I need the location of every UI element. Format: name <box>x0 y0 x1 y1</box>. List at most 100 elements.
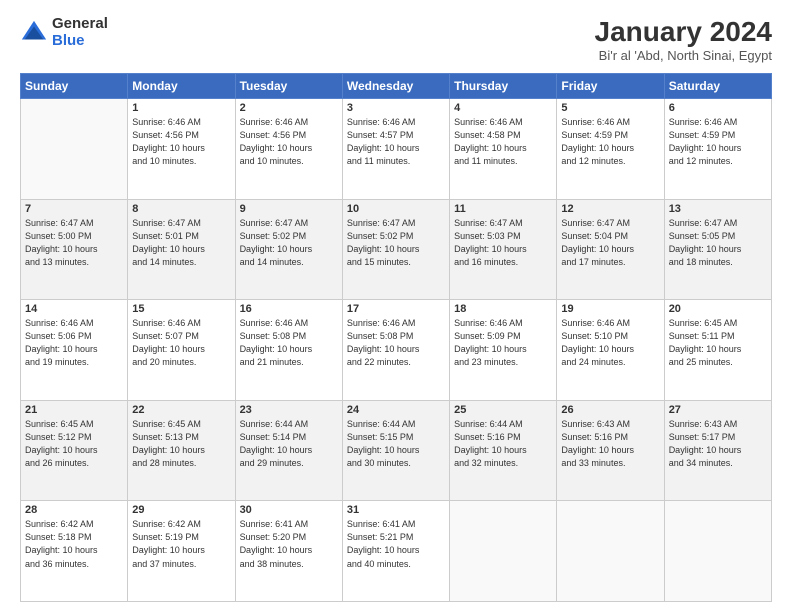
logo-blue-text: Blue <box>52 33 108 50</box>
day-number: 11 <box>454 203 552 215</box>
calendar-cell: 24 Sunrise: 6:44 AM Sunset: 5:15 PM Dayli… <box>342 400 449 501</box>
day-number: 25 <box>454 404 552 416</box>
day-info: Sunrise: 6:47 AM Sunset: 5:03 PM Dayligh… <box>454 217 552 269</box>
day-number: 10 <box>347 203 445 215</box>
day-number: 21 <box>25 404 123 416</box>
calendar-cell: 19Sunrise: 6:46 AM Sunset: 5:10 PM Dayli… <box>557 300 664 401</box>
calendar-week-4: 21 Sunrise: 6:45 AM Sunset: 5:12 PM Dayli… <box>21 400 772 501</box>
col-header-wednesday: Wednesday <box>342 74 449 99</box>
day-info: Sunrise: 6:46 AM Sunset: 5:08 PM Dayligh… <box>240 317 338 369</box>
calendar-cell: 28 Sunrise: 6:42 AM Sunset: 5:18 PM Dayli… <box>21 501 128 602</box>
calendar-cell <box>450 501 557 602</box>
logo-icon <box>20 19 48 47</box>
calendar-cell: 3 Sunrise: 6:46 AM Sunset: 4:57 PM Daylig… <box>342 99 449 200</box>
calendar-cell: 7 Sunrise: 6:47 AM Sunset: 5:00 PM Daylig… <box>21 199 128 300</box>
calendar-cell: 23Sunrise: 6:44 AM Sunset: 5:14 PM Dayli… <box>235 400 342 501</box>
day-info: Sunrise: 6:46 AM Sunset: 4:59 PM Dayligh… <box>561 116 659 168</box>
calendar-cell: 6 Sunrise: 6:46 AM Sunset: 4:59 PM Daylig… <box>664 99 771 200</box>
calendar-week-1: 1Sunrise: 6:46 AM Sunset: 4:56 PM Daylig… <box>21 99 772 200</box>
day-info: Sunrise: 6:47 AM Sunset: 5:01 PM Dayligh… <box>132 217 230 269</box>
day-info: Sunrise: 6:47 AM Sunset: 5:04 PM Dayligh… <box>561 217 659 269</box>
day-info: Sunrise: 6:42 AM Sunset: 5:18 PM Dayligh… <box>25 518 123 570</box>
calendar-cell: 15 Sunrise: 6:46 AM Sunset: 5:07 PM Dayli… <box>128 300 235 401</box>
day-info: Sunrise: 6:45 AM Sunset: 5:11 PM Dayligh… <box>669 317 767 369</box>
col-header-thursday: Thursday <box>450 74 557 99</box>
col-header-sunday: Sunday <box>21 74 128 99</box>
calendar-cell: 30 Sunrise: 6:41 AM Sunset: 5:20 PM Dayli… <box>235 501 342 602</box>
day-info: Sunrise: 6:45 AM Sunset: 5:12 PM Dayligh… <box>25 418 123 470</box>
day-info: Sunrise: 6:41 AM Sunset: 5:20 PM Dayligh… <box>240 518 338 570</box>
day-info: Sunrise: 6:46 AM Sunset: 4:58 PM Dayligh… <box>454 116 552 168</box>
calendar-week-5: 28 Sunrise: 6:42 AM Sunset: 5:18 PM Dayli… <box>21 501 772 602</box>
day-info: Sunrise: 6:44 AM Sunset: 5:15 PM Dayligh… <box>347 418 445 470</box>
calendar-cell: 20 Sunrise: 6:45 AM Sunset: 5:11 PM Dayli… <box>664 300 771 401</box>
calendar-cell: 1Sunrise: 6:46 AM Sunset: 4:56 PM Daylig… <box>128 99 235 200</box>
calendar-cell: 26 Sunrise: 6:43 AM Sunset: 5:16 PM Dayli… <box>557 400 664 501</box>
subtitle: Bi'r al 'Abd, North Sinai, Egypt <box>595 48 772 63</box>
day-number: 24 <box>347 404 445 416</box>
calendar-header-row: SundayMondayTuesdayWednesdayThursdayFrid… <box>21 74 772 99</box>
calendar-cell: 13 Sunrise: 6:47 AM Sunset: 5:05 PM Dayli… <box>664 199 771 300</box>
calendar-cell: 2Sunrise: 6:46 AM Sunset: 4:56 PM Daylig… <box>235 99 342 200</box>
day-number: 29 <box>132 504 230 516</box>
calendar-cell: 16 Sunrise: 6:46 AM Sunset: 5:08 PM Dayli… <box>235 300 342 401</box>
day-number: 28 <box>25 504 123 516</box>
day-number: 7 <box>25 203 123 215</box>
day-info: Sunrise: 6:41 AM Sunset: 5:21 PM Dayligh… <box>347 518 445 570</box>
calendar-cell: 9Sunrise: 6:47 AM Sunset: 5:02 PM Daylig… <box>235 199 342 300</box>
logo-general-text: General <box>52 16 108 33</box>
day-info: Sunrise: 6:45 AM Sunset: 5:13 PM Dayligh… <box>132 418 230 470</box>
day-info: Sunrise: 6:47 AM Sunset: 5:02 PM Dayligh… <box>347 217 445 269</box>
day-info: Sunrise: 6:44 AM Sunset: 5:14 PM Dayligh… <box>240 418 338 470</box>
calendar-week-2: 7 Sunrise: 6:47 AM Sunset: 5:00 PM Daylig… <box>21 199 772 300</box>
calendar-week-3: 14Sunrise: 6:46 AM Sunset: 5:06 PM Dayli… <box>21 300 772 401</box>
calendar-cell: 5Sunrise: 6:46 AM Sunset: 4:59 PM Daylig… <box>557 99 664 200</box>
calendar-cell: 27 Sunrise: 6:43 AM Sunset: 5:17 PM Dayli… <box>664 400 771 501</box>
col-header-friday: Friday <box>557 74 664 99</box>
day-number: 12 <box>561 203 659 215</box>
logo: General Blue <box>20 16 108 49</box>
day-info: Sunrise: 6:47 AM Sunset: 5:02 PM Dayligh… <box>240 217 338 269</box>
day-number: 17 <box>347 303 445 315</box>
day-number: 16 <box>240 303 338 315</box>
calendar-cell: 11 Sunrise: 6:47 AM Sunset: 5:03 PM Dayli… <box>450 199 557 300</box>
day-info: Sunrise: 6:46 AM Sunset: 5:08 PM Dayligh… <box>347 317 445 369</box>
day-info: Sunrise: 6:46 AM Sunset: 4:57 PM Dayligh… <box>347 116 445 168</box>
title-block: January 2024 Bi'r al 'Abd, North Sinai, … <box>595 16 772 63</box>
day-number: 4 <box>454 102 552 114</box>
day-info: Sunrise: 6:47 AM Sunset: 5:05 PM Dayligh… <box>669 217 767 269</box>
calendar-cell: 31 Sunrise: 6:41 AM Sunset: 5:21 PM Dayli… <box>342 501 449 602</box>
calendar-cell: 25Sunrise: 6:44 AM Sunset: 5:16 PM Dayli… <box>450 400 557 501</box>
day-info: Sunrise: 6:46 AM Sunset: 4:59 PM Dayligh… <box>669 116 767 168</box>
header: General Blue January 2024 Bi'r al 'Abd, … <box>20 16 772 63</box>
calendar-cell: 18 Sunrise: 6:46 AM Sunset: 5:09 PM Dayli… <box>450 300 557 401</box>
col-header-tuesday: Tuesday <box>235 74 342 99</box>
calendar-cell: 17 Sunrise: 6:46 AM Sunset: 5:08 PM Dayli… <box>342 300 449 401</box>
calendar-cell: 8Sunrise: 6:47 AM Sunset: 5:01 PM Daylig… <box>128 199 235 300</box>
day-number: 6 <box>669 102 767 114</box>
day-number: 14 <box>25 303 123 315</box>
calendar-table: SundayMondayTuesdayWednesdayThursdayFrid… <box>20 73 772 602</box>
calendar-cell: 29 Sunrise: 6:42 AM Sunset: 5:19 PM Dayli… <box>128 501 235 602</box>
day-info: Sunrise: 6:46 AM Sunset: 5:09 PM Dayligh… <box>454 317 552 369</box>
day-number: 18 <box>454 303 552 315</box>
day-number: 22 <box>132 404 230 416</box>
day-number: 13 <box>669 203 767 215</box>
day-info: Sunrise: 6:46 AM Sunset: 4:56 PM Dayligh… <box>132 116 230 168</box>
day-info: Sunrise: 6:43 AM Sunset: 5:16 PM Dayligh… <box>561 418 659 470</box>
day-number: 3 <box>347 102 445 114</box>
day-info: Sunrise: 6:46 AM Sunset: 5:07 PM Dayligh… <box>132 317 230 369</box>
day-number: 15 <box>132 303 230 315</box>
day-number: 31 <box>347 504 445 516</box>
day-info: Sunrise: 6:47 AM Sunset: 5:00 PM Dayligh… <box>25 217 123 269</box>
day-info: Sunrise: 6:42 AM Sunset: 5:19 PM Dayligh… <box>132 518 230 570</box>
day-info: Sunrise: 6:43 AM Sunset: 5:17 PM Dayligh… <box>669 418 767 470</box>
day-number: 20 <box>669 303 767 315</box>
calendar-cell <box>664 501 771 602</box>
day-number: 27 <box>669 404 767 416</box>
main-title: January 2024 <box>595 16 772 48</box>
day-number: 19 <box>561 303 659 315</box>
logo-text: General Blue <box>52 16 108 49</box>
day-number: 26 <box>561 404 659 416</box>
day-number: 30 <box>240 504 338 516</box>
